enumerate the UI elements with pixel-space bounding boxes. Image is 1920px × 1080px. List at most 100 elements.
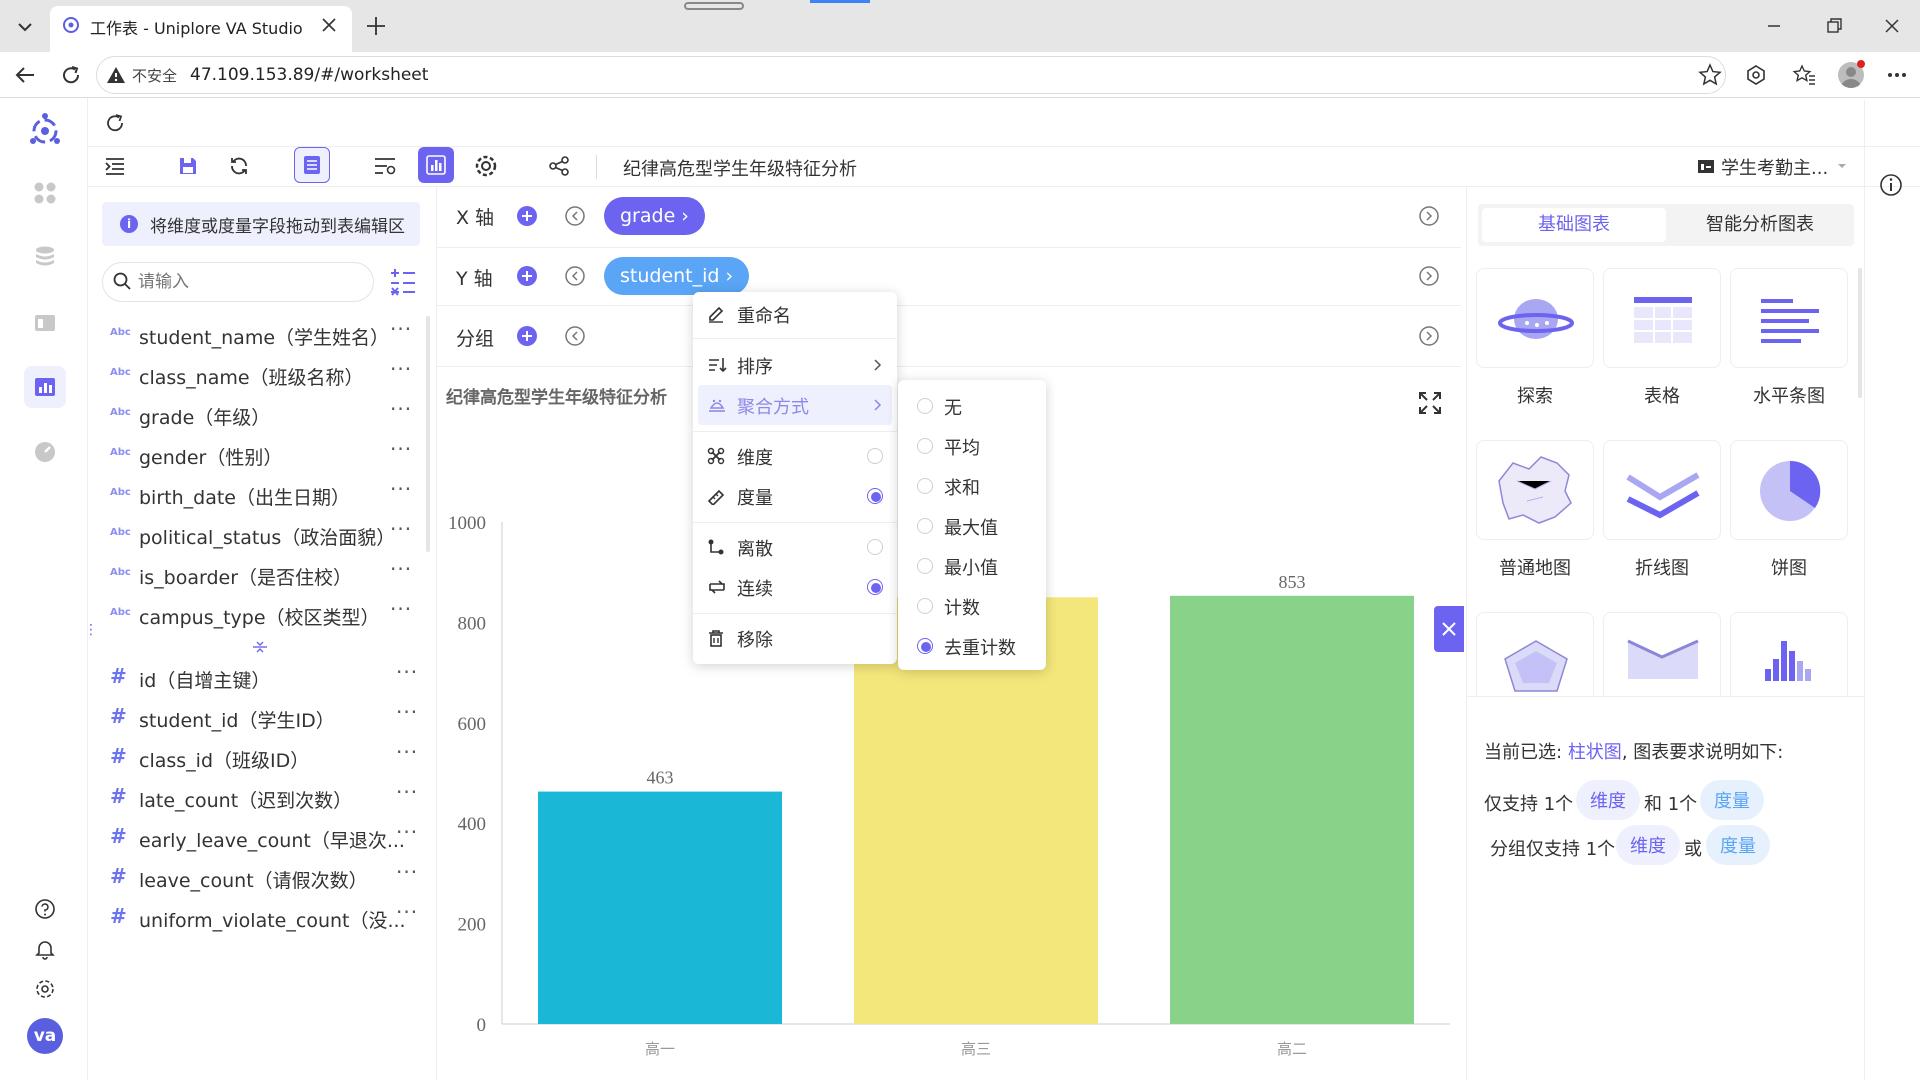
worksheet-icon[interactable]	[24, 366, 66, 408]
measure-field-item[interactable]: # uniform_violate_count（没... ···	[88, 898, 428, 938]
datasource-label[interactable]: 学生考勤主...	[1721, 154, 1828, 180]
dimension-field-item[interactable]: Abc campus_type（校区类型） ···	[88, 595, 428, 635]
field-more-icon[interactable]: ···	[396, 780, 418, 804]
y-add-icon[interactable]	[516, 265, 538, 287]
y-axis-pill[interactable]: student_id ›	[604, 257, 750, 295]
field-more-icon[interactable]: ···	[390, 397, 412, 421]
dimension-radio[interactable]	[867, 448, 883, 464]
field-more-icon[interactable]: ···	[390, 557, 412, 581]
refresh-icon[interactable]	[102, 110, 128, 136]
chart-tile-pie[interactable]	[1730, 440, 1848, 540]
close-tab-icon[interactable]	[318, 14, 340, 36]
aggregate-option-radio[interactable]	[917, 638, 933, 654]
warning-icon[interactable]	[106, 65, 126, 85]
fullscreen-icon[interactable]	[1418, 391, 1442, 415]
aggregate-option-radio[interactable]	[917, 598, 933, 614]
dimension-field-item[interactable]: Abc grade（年级） ···	[88, 395, 428, 435]
chart-tile-histogram[interactable]	[1730, 612, 1848, 696]
add-calculated-field-icon[interactable]	[389, 268, 417, 296]
save-icon[interactable]	[170, 148, 206, 184]
chart-panel-scrollbar[interactable]	[1858, 268, 1862, 398]
info-icon[interactable]	[1878, 172, 1904, 198]
dimension-field-item[interactable]: Abc birth_date（出生日期） ···	[88, 475, 428, 515]
x-prev-icon[interactable]	[564, 205, 586, 227]
help-icon[interactable]	[24, 888, 66, 930]
tab-list-chevron-icon[interactable]	[10, 12, 40, 42]
bell-icon[interactable]	[24, 928, 66, 970]
favorite-star-icon[interactable]	[1698, 63, 1722, 87]
field-more-icon[interactable]: ···	[396, 900, 418, 924]
measure-radio[interactable]	[867, 488, 883, 504]
y-prev-icon[interactable]	[564, 265, 586, 287]
aggregate-option-radio[interactable]	[917, 478, 933, 494]
field-more-icon[interactable]: ···	[396, 660, 418, 684]
close-window-icon[interactable]	[1880, 14, 1904, 38]
x-next-icon[interactable]	[1418, 205, 1440, 227]
y-next-icon[interactable]	[1418, 265, 1440, 287]
dimension-field-item[interactable]: Abc gender（性别） ···	[88, 435, 428, 475]
close-panel-icon[interactable]	[1434, 606, 1464, 652]
menu-discrete[interactable]: 离散	[693, 527, 897, 567]
sync-icon[interactable]	[221, 148, 257, 184]
menu-continuous[interactable]: 连续	[693, 567, 897, 607]
table-view-icon[interactable]	[294, 147, 330, 183]
back-icon[interactable]	[12, 62, 38, 88]
tab-smart-charts[interactable]: 智能分析图表	[1668, 208, 1852, 242]
field-more-icon[interactable]: ···	[396, 700, 418, 724]
restore-icon[interactable]	[1822, 14, 1846, 38]
field-more-icon[interactable]: ···	[390, 517, 412, 541]
menu-measure[interactable]: 度量	[693, 476, 897, 516]
field-more-icon[interactable]: ···	[396, 740, 418, 764]
field-more-icon[interactable]: ···	[396, 860, 418, 884]
chart-tile-line[interactable]	[1603, 440, 1721, 540]
extensions-icon[interactable]	[1744, 63, 1768, 87]
minimize-icon[interactable]	[1762, 14, 1786, 38]
field-more-icon[interactable]: ···	[390, 597, 412, 621]
new-tab-icon[interactable]	[362, 12, 390, 40]
aggregate-option[interactable]: 无	[898, 386, 1046, 426]
dimension-field-item[interactable]: Abc is_boarder（是否住校） ···	[88, 555, 428, 595]
measure-field-item[interactable]: # late_count（迟到次数） ···	[88, 778, 428, 818]
continuous-radio[interactable]	[867, 579, 883, 595]
field-more-icon[interactable]: ···	[390, 477, 412, 501]
chart-view-icon[interactable]	[418, 147, 454, 183]
field-more-icon[interactable]: ···	[390, 317, 412, 341]
user-avatar[interactable]: va	[27, 1018, 63, 1054]
reload-icon[interactable]	[58, 62, 84, 88]
group-prev-icon[interactable]	[564, 325, 586, 347]
aggregate-option[interactable]: 去重计数	[898, 626, 1046, 666]
dimension-field-item[interactable]: Abc class_name（班级名称） ···	[88, 355, 428, 395]
discrete-radio[interactable]	[867, 539, 883, 555]
field-search-input[interactable]	[136, 270, 356, 294]
menu-rename[interactable]: 重命名	[693, 294, 897, 334]
group-next-icon[interactable]	[1418, 325, 1440, 347]
dashboard-icon[interactable]	[24, 302, 66, 344]
measure-field-item[interactable]: # early_leave_count（早退次... ···	[88, 818, 428, 858]
x-axis-pill[interactable]: grade ›	[604, 197, 705, 235]
aggregate-option[interactable]: 最小值	[898, 546, 1046, 586]
apps-icon[interactable]	[24, 172, 66, 214]
aggregate-option-radio[interactable]	[917, 438, 933, 454]
menu-sort[interactable]: 排序	[693, 345, 897, 385]
chart-tile-hbar[interactable]	[1730, 268, 1848, 368]
filter-settings-icon[interactable]	[367, 148, 403, 184]
aggregate-option-radio[interactable]	[917, 518, 933, 534]
measure-field-item[interactable]: # student_id（学生ID） ···	[88, 698, 428, 738]
collapse-panel-icon[interactable]	[97, 148, 133, 184]
database-icon[interactable]	[24, 236, 66, 278]
menu-remove[interactable]: 移除	[693, 618, 897, 658]
dimension-field-item[interactable]: Abc political_status（政治面貌） ···	[88, 515, 428, 555]
url-text[interactable]: 47.109.153.89/#/worksheet	[190, 65, 428, 85]
field-more-icon[interactable]: ···	[390, 357, 412, 381]
selected-chart-name[interactable]: 柱状图	[1568, 742, 1622, 763]
settings-icon[interactable]	[24, 968, 66, 1010]
x-add-icon[interactable]	[516, 205, 538, 227]
browser-menu-icon[interactable]	[1884, 62, 1910, 88]
list-splitter-icon[interactable]	[250, 640, 270, 654]
measure-field-item[interactable]: # leave_count（请假次数） ···	[88, 858, 428, 898]
chart-tile-area[interactable]	[1603, 612, 1721, 696]
menu-dimension[interactable]: 维度	[693, 436, 897, 476]
aggregate-option[interactable]: 最大值	[898, 506, 1046, 546]
aggregate-option[interactable]: 平均	[898, 426, 1046, 466]
field-more-icon[interactable]: ···	[396, 820, 418, 844]
